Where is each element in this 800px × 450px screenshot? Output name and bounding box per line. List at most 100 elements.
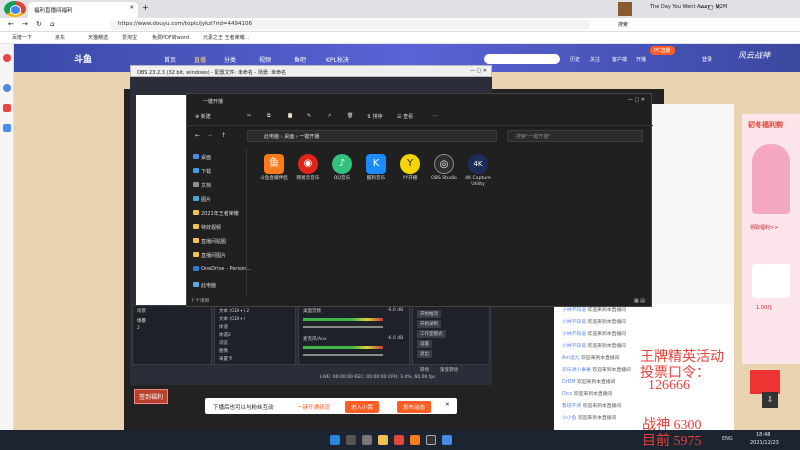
red-envelope-icon[interactable] (750, 370, 780, 394)
tray-language[interactable]: ENG (722, 436, 733, 442)
obs-window-controls[interactable]: — ▢ ✕ (470, 68, 487, 74)
app-taskbar-icon[interactable] (442, 435, 452, 445)
sidebar-app-icon[interactable] (3, 124, 11, 132)
nav-folder[interactable]: 直播间图片 (201, 252, 226, 259)
file-item[interactable]: Y YY开播 (393, 154, 427, 182)
source-item[interactable]: 采置卡 (219, 356, 233, 362)
scene-item[interactable]: 场景 (137, 318, 146, 324)
volume-slider[interactable] (303, 354, 383, 356)
bookmark-item[interactable]: 京东 (55, 34, 65, 41)
obs-taskbar-icon[interactable] (426, 435, 436, 445)
sort-button[interactable]: ⇅ 排序 (367, 113, 383, 120)
volume-slider[interactable] (303, 326, 383, 328)
new-button[interactable]: ⊕ 新建 (195, 113, 211, 120)
new-tab-icon[interactable]: + (142, 3, 149, 12)
source-item[interactable]: 文本 (GDI+) (219, 316, 245, 322)
nav-desktop[interactable]: 桌面 (201, 154, 211, 161)
search-icon[interactable] (346, 435, 356, 445)
close-tab-icon[interactable]: ✕ (129, 5, 134, 11)
bookmark-item[interactable]: 天猫精选 (88, 34, 108, 41)
ad-link[interactable]: 一键开通频道 (297, 403, 330, 411)
header-client[interactable]: 客户端 (612, 56, 627, 63)
source-item[interactable]: 体道2 (219, 332, 231, 338)
clock-date[interactable]: 2021/12/23 (750, 440, 779, 446)
nav-folder[interactable]: 特效视频 (201, 224, 221, 231)
view-toggle-icons[interactable]: ▦ ▤ (634, 298, 645, 304)
start-icon[interactable] (330, 435, 340, 445)
bookmark-item[interactable]: 元素之王 王者荣耀... (203, 34, 249, 41)
reload-icon[interactable]: ↻ (36, 20, 42, 28)
header-start[interactable]: 开播 (636, 56, 646, 63)
delete-icon[interactable]: 🗑 (347, 113, 353, 119)
nav-onedrive[interactable]: OneDrive - Person... (201, 266, 251, 272)
side-promo-banner[interactable]: 初冬福利购 领取福利>> 1.00元 (742, 114, 800, 364)
nav-home[interactable]: 首页 (164, 55, 176, 64)
file-item[interactable]: ◎ OBS Studio (427, 154, 461, 182)
browser-tab[interactable]: 福利直播间福利 ✕ (28, 2, 138, 18)
nav-live[interactable]: 直播 (194, 55, 206, 64)
source-item[interactable]: 图像 (219, 348, 228, 354)
close-ad-icon[interactable]: ✕ (445, 402, 450, 408)
forward-icon[interactable]: → (22, 20, 28, 28)
pc-live-badge[interactable]: PC直播 (650, 46, 675, 55)
nav-video[interactable]: 视频 (259, 55, 271, 64)
browser-search-hint[interactable]: 搜索 (618, 21, 628, 28)
checkin-button[interactable]: 签到福利 (134, 389, 169, 404)
sidebar-history-icon[interactable] (3, 84, 11, 92)
file-item[interactable]: K 酷狗音乐 (359, 154, 393, 182)
nav-kpl[interactable]: KPL秋决 (326, 55, 349, 64)
paste-icon[interactable]: 📋 (287, 113, 293, 119)
settings-button[interactable]: 设置 (417, 340, 432, 348)
exit-button[interactable]: 退出 (417, 350, 432, 358)
share-icon[interactable]: ↗ (327, 113, 331, 119)
studio-mode-button[interactable]: 工作室模式 (417, 330, 446, 338)
up-nav-icon[interactable]: ↑ (221, 132, 226, 139)
explorer-search-input[interactable]: 搜索"一键开播" (507, 130, 643, 142)
nav-folder[interactable]: 直播间贴图 (201, 238, 226, 245)
sidebar-app-icon[interactable] (3, 104, 11, 112)
bookmark-item[interactable]: 爱淘宝 (122, 34, 137, 41)
header-login[interactable]: 登录 (702, 56, 712, 63)
rename-icon[interactable]: ✎ (307, 113, 311, 119)
source-item[interactable]: 体道 (219, 324, 228, 330)
nav-fishbar[interactable]: 鱼吧 (294, 55, 306, 64)
taskview-icon[interactable] (362, 435, 372, 445)
file-item[interactable]: 鱼斗鱼直播伴侣 (257, 154, 291, 182)
nav-this-pc[interactable]: 此电脑 (201, 282, 216, 289)
more-icon[interactable]: ··· (433, 113, 438, 119)
bookmark-item[interactable]: 免费PDF转word (152, 34, 189, 41)
chrome-taskbar-icon[interactable] (394, 435, 404, 445)
transition-select[interactable]: 渐变转场 (440, 367, 458, 373)
clock-time[interactable]: 18:48 (756, 432, 770, 438)
path-segment[interactable]: 此电脑 (264, 134, 279, 140)
source-item[interactable]: 浏览 (219, 340, 228, 346)
source-item[interactable]: 文本 (GDI+) 2 (219, 308, 249, 314)
file-item[interactable]: ♪ QQ音乐 (325, 154, 359, 182)
back-nav-icon[interactable]: ← (195, 132, 200, 139)
promo-link[interactable]: 领取福利>> (750, 224, 778, 231)
url-input[interactable]: https://www.douyu.com/topic/jykzl?rid=44… (110, 20, 590, 30)
start-record-button[interactable]: 开始录制 (417, 320, 441, 328)
explorer-taskbar-icon[interactable] (378, 435, 388, 445)
file-item[interactable]: ◉ 网易云音乐 (291, 154, 325, 182)
path-segment[interactable]: 桌面 (284, 134, 294, 140)
file-item[interactable]: 4K 4K Capture Utility (461, 154, 495, 188)
nav-category[interactable]: 分类 (224, 55, 236, 64)
sidebar-weibo-icon[interactable] (3, 54, 11, 62)
header-history[interactable]: 历史 (570, 56, 580, 63)
download-icon[interactable]: ⇩ (762, 392, 778, 408)
forward-nav-icon[interactable]: → (207, 132, 212, 139)
nav-downloads[interactable]: 下载 (201, 168, 211, 175)
nav-pictures[interactable]: 图片 (201, 196, 211, 203)
explorer-address-bar[interactable]: 此电脑 › 桌面 › 一键开播 (247, 130, 497, 142)
explorer-window-controls[interactable]: — ▢ ✕ (628, 97, 645, 103)
enter-den-button[interactable]: 进入小窝 (345, 401, 380, 413)
douyu-logo[interactable]: 斗鱼 (74, 52, 92, 65)
header-follow[interactable]: 关注 (590, 56, 600, 63)
start-stream-button[interactable]: 开始推流 (417, 310, 441, 318)
path-segment[interactable]: 一键开播 (299, 134, 319, 140)
window-controls[interactable]: — ▢ ✕ (700, 4, 721, 11)
douyu-search-input[interactable] (484, 54, 560, 64)
bookmark-item[interactable]: 百度一下 (12, 34, 32, 41)
nav-folder[interactable]: 2021年王者荣耀 (201, 210, 239, 217)
